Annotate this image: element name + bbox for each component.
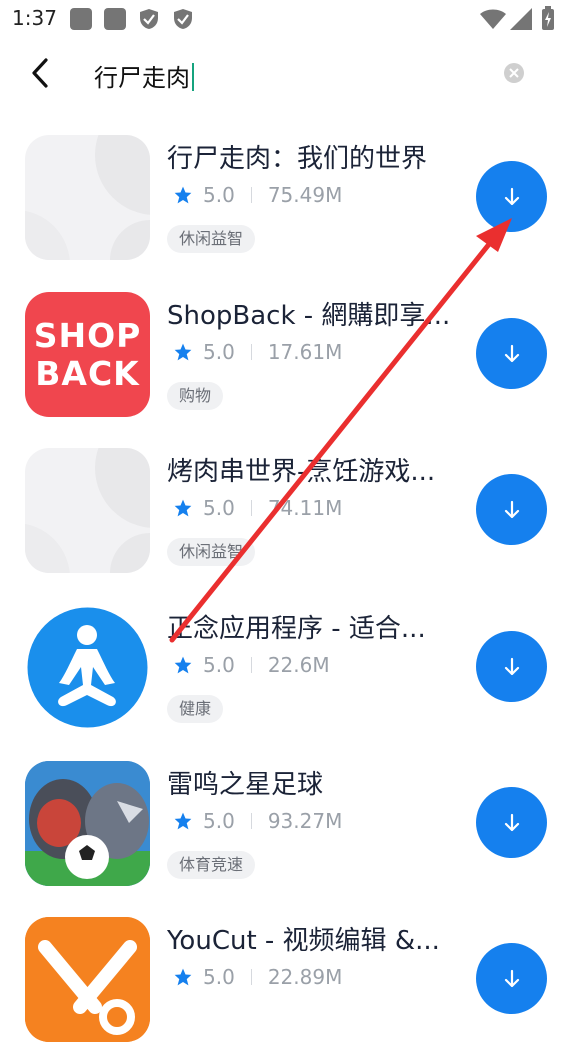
app-rating: 5.0 [203,340,235,364]
placeholder-icon [25,448,150,573]
list-item[interactable]: 雷鸣之星足球 5.0 93.27M 体育竞速 [0,734,564,890]
star-icon [174,812,192,830]
battery-icon [542,6,554,34]
status-bar: 1:37 [0,0,564,38]
app-meta: 5.0 22.89M [173,965,342,989]
star-icon [174,656,192,674]
star-icon [174,186,192,204]
app-title: 正念应用程序 - 适合... [167,614,426,644]
notification-icon [70,8,92,30]
download-arrow-icon [504,657,519,675]
app-title: 烤肉串世界-烹饪游戏... [167,457,436,487]
download-button[interactable] [476,318,547,389]
close-icon [509,68,519,78]
app-rating: 5.0 [203,809,235,833]
list-item[interactable]: 烤肉串世界-烹饪游戏... 5.0 74.11M 休闲益智 [0,421,564,577]
download-arrow-icon [504,969,519,987]
app-title: YouCut - 视频编辑 &... [167,926,440,956]
app-title: ShopBack - 網購即享... [167,301,451,331]
divider [250,344,252,360]
category-tag: 体育竞速 [167,851,256,879]
wifi-icon [480,8,506,34]
search-bar: 行尸走肉 [0,38,564,108]
shield-check-icon [138,8,160,30]
list-item[interactable]: YouCut - 视频编辑 &... 5.0 22.89M [0,890,564,1046]
download-button[interactable] [476,161,547,232]
divider [250,657,252,673]
app-meta: 5.0 93.27M [173,809,342,833]
meditation-icon [25,605,150,730]
divider [250,969,252,985]
logo-text: BACK [35,353,140,393]
app-meta: 5.0 17.61M [173,340,342,364]
app-size: 75.49M [267,183,343,207]
download-arrow-icon [504,344,519,362]
star-icon [174,968,192,986]
app-size: 93.27M [267,809,343,833]
divider [250,813,252,829]
logo-text: SHOP [33,315,142,355]
clear-search-button[interactable] [504,63,524,83]
search-input[interactable]: 行尸走肉 [94,58,194,93]
category-tag: 健康 [167,695,224,723]
download-button[interactable] [476,787,547,858]
download-arrow-icon [504,187,519,205]
download-arrow-icon [504,813,519,831]
app-rating: 5.0 [203,183,235,207]
download-arrow-icon [504,500,519,518]
chevron-left-icon [32,58,48,88]
placeholder-icon [25,135,150,260]
notification-icon [104,8,126,30]
list-item[interactable]: 正念应用程序 - 适合... 5.0 22.6M 健康 [0,578,564,734]
youcut-scissors-icon [25,917,150,1042]
list-item[interactable]: 行尸走肉：我们的世界 5.0 75.49M 休闲益智 [0,108,564,264]
status-time: 1:37 [12,6,57,30]
app-title: 雷鸣之星足球 [167,770,324,800]
app-size: 74.11M [267,496,343,520]
star-icon [174,343,192,361]
app-meta: 5.0 22.6M [173,653,330,677]
search-query-text: 行尸走肉 [94,64,190,92]
divider [250,500,252,516]
app-title: 行尸走肉：我们的世界 [167,144,428,174]
soccer-game-icon [25,761,150,886]
app-rating: 5.0 [203,653,235,677]
download-button[interactable] [476,474,547,545]
signal-icon [510,8,532,34]
app-size: 22.89M [267,965,343,989]
star-icon [174,499,192,517]
app-rating: 5.0 [203,965,235,989]
divider [250,187,252,203]
app-size: 17.61M [267,340,343,364]
category-tag: 购物 [167,382,224,410]
download-button[interactable] [476,631,547,702]
app-meta: 5.0 75.49M [173,183,342,207]
text-cursor [192,63,194,91]
shield-check-icon [172,8,194,30]
back-button[interactable] [22,56,56,90]
download-button[interactable] [476,943,547,1014]
shopback-logo-icon: SHOP BACK [25,292,150,417]
app-rating: 5.0 [203,496,235,520]
category-tag: 休闲益智 [167,538,256,566]
category-tag: 休闲益智 [167,225,256,253]
app-size: 22.6M [267,653,330,677]
app-meta: 5.0 74.11M [173,496,342,520]
list-item[interactable]: SHOP BACK ShopBack - 網購即享... 5.0 17.61M … [0,265,564,421]
